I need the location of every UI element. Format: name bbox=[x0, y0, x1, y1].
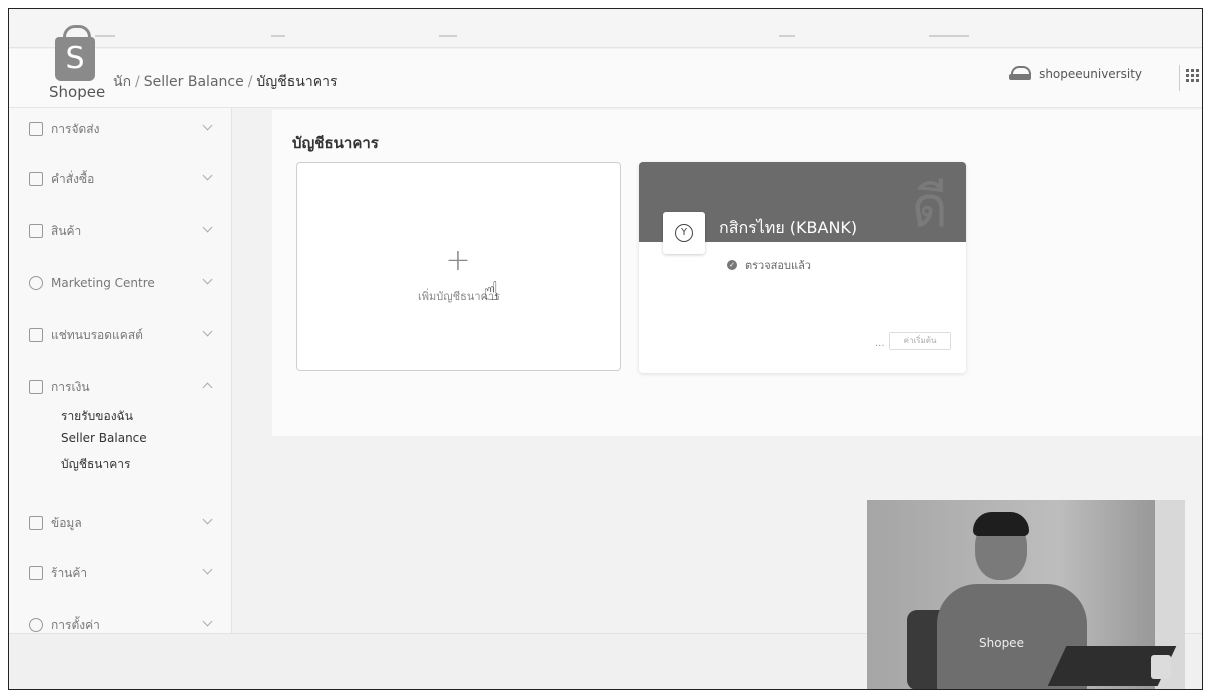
chevron-down-icon bbox=[202, 170, 213, 181]
breadcrumb-separator: / bbox=[135, 74, 140, 90]
breadcrumb-home[interactable]: นัก bbox=[113, 74, 131, 90]
breadcrumb: นัก / Seller Balance / บัญชีธนาคาร bbox=[113, 71, 337, 93]
user-menu[interactable]: shopeeuniversity bbox=[1009, 66, 1142, 82]
sidebar-subitem-bank-account[interactable]: บัญชีธนาคาร bbox=[61, 455, 130, 474]
sidebar-item-label: สินค้า bbox=[51, 223, 82, 238]
breadcrumb-current: บัญชีธนาคาร bbox=[256, 74, 338, 90]
verification-status: ✓ ตรวจสอบแล้ว bbox=[727, 256, 811, 274]
bank-logo: Y bbox=[663, 212, 705, 254]
chevron-down-icon bbox=[202, 326, 213, 337]
chevron-up-icon bbox=[202, 382, 213, 393]
top-header: นัก / Seller Balance / บัญชีธนาคาร shopeeuni… bbox=[9, 49, 1202, 108]
sidebar-item-label: ข้อมูล bbox=[51, 515, 82, 530]
plus-icon: + bbox=[445, 243, 471, 278]
hand-cursor-icon: ☝ bbox=[483, 277, 499, 307]
clipboard-icon bbox=[29, 172, 43, 186]
sidebar-item-shipping[interactable]: การจัดส่ง bbox=[29, 118, 219, 140]
shirt-logo-text: Shopee bbox=[979, 636, 1024, 650]
sidebar-item-label: คำสั่งซื้อ bbox=[51, 171, 95, 186]
shop-icon bbox=[29, 566, 43, 580]
chart-icon bbox=[29, 516, 43, 530]
shopee-logo: S Shopee bbox=[49, 23, 105, 101]
sidebar-item-finance[interactable]: การเงิน bbox=[29, 376, 219, 398]
screenshot-frame: นัก / Seller Balance / บัญชีธนาคาร shopeeuni… bbox=[8, 8, 1203, 690]
sidebar-item-label: ร้านค้า bbox=[51, 565, 88, 580]
sidebar-item-marketing[interactable]: Marketing Centre bbox=[29, 272, 219, 294]
sidebar-subitem-seller-balance[interactable]: Seller Balance bbox=[61, 431, 147, 445]
chevron-down-icon bbox=[202, 564, 213, 575]
sidebar-item-label: Marketing Centre bbox=[51, 276, 155, 290]
page-title: บัญชีธนาคาร bbox=[292, 134, 379, 152]
truck-icon bbox=[29, 122, 43, 136]
apps-grid-icon[interactable] bbox=[1186, 69, 1200, 83]
sidebar-subitem-my-income[interactable]: รายรับของฉัน bbox=[61, 407, 133, 426]
presenter-video: Shopee bbox=[867, 500, 1185, 689]
kbank-icon: Y bbox=[675, 224, 693, 242]
tag-icon bbox=[29, 276, 43, 290]
sidebar: การจัดส่ง คำสั่งซื้อ สินค้า Marketing Ce… bbox=[9, 108, 232, 689]
breadcrumb-seller-balance[interactable]: Seller Balance bbox=[144, 74, 244, 90]
sidebar-item-label: การเงิน bbox=[51, 379, 90, 394]
box-icon bbox=[29, 224, 43, 238]
sidebar-item-label: แช่ทนบรอดแคสต์ bbox=[51, 327, 143, 342]
brand-name: Shopee bbox=[49, 83, 106, 101]
chevron-down-icon bbox=[202, 514, 213, 525]
chevron-down-icon bbox=[202, 616, 213, 627]
verification-label: ตรวจสอบแล้ว bbox=[745, 259, 811, 272]
browser-strip bbox=[9, 9, 1202, 48]
more-options[interactable]: ... bbox=[875, 338, 885, 349]
sidebar-item-products[interactable]: สินค้า bbox=[29, 220, 219, 242]
sidebar-item-label: การจัดส่ง bbox=[51, 121, 100, 136]
set-default-button[interactable]: ค่าเริ่มต้น bbox=[889, 332, 951, 350]
bank-name: กสิกรไทย (KBANK) bbox=[719, 218, 858, 237]
shop-icon bbox=[1009, 66, 1032, 82]
username: shopeeuniversity bbox=[1039, 67, 1142, 81]
breadcrumb-separator: / bbox=[247, 74, 253, 90]
gear-icon bbox=[29, 618, 43, 632]
chevron-down-icon bbox=[202, 222, 213, 233]
add-bank-account-card[interactable]: + เพิ่มบัญชีธนาคาร ☝ bbox=[296, 162, 621, 371]
sidebar-item-orders[interactable]: คำสั่งซื้อ bbox=[29, 168, 219, 190]
sidebar-item-shop[interactable]: ร้านค้า bbox=[29, 562, 219, 584]
sidebar-item-broadcast[interactable]: แช่ทนบรอดแคสต์ bbox=[29, 324, 219, 346]
mug bbox=[1151, 655, 1171, 679]
watermark-icon: ดี bbox=[911, 175, 948, 240]
check-circle-icon: ✓ bbox=[727, 260, 737, 270]
header-divider bbox=[1179, 65, 1180, 91]
sidebar-item-data[interactable]: ข้อมูล bbox=[29, 512, 219, 534]
add-bank-account-label: เพิ่มบัญชีธนาคาร bbox=[418, 290, 500, 303]
sidebar-item-label: การตั้งค่า bbox=[51, 617, 100, 632]
chevron-down-icon bbox=[202, 120, 213, 131]
logo-letter: S bbox=[65, 41, 85, 76]
chevron-down-icon bbox=[202, 274, 213, 285]
wallet-icon bbox=[29, 380, 43, 394]
broadcast-icon bbox=[29, 328, 43, 342]
bank-account-card[interactable]: ดี Y กสิกรไทย (KBANK) ✓ ตรวจสอบแล้ว ... … bbox=[639, 162, 966, 373]
